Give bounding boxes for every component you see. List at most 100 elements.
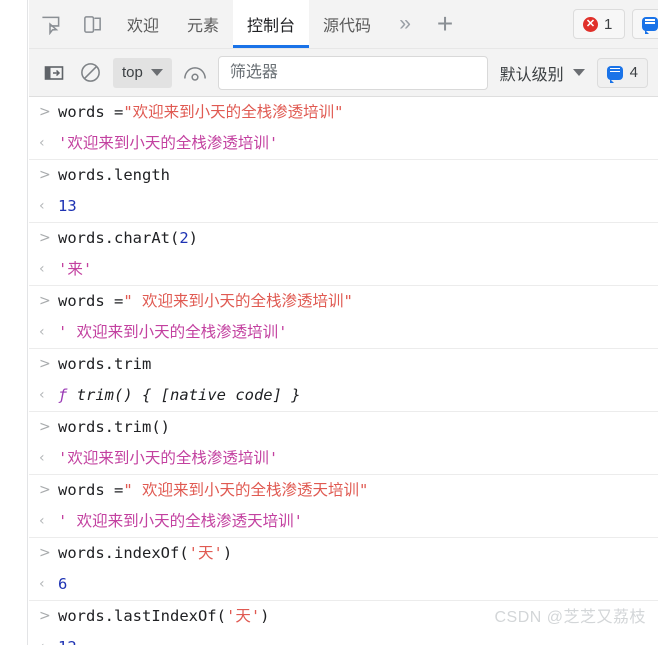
- console-output-line: ‹ 13: [29, 191, 658, 222]
- add-tab-plus-icon[interactable]: +: [425, 0, 465, 48]
- console-log-area[interactable]: > words ="欢迎来到小天的全栈渗透培训" ‹ '欢迎来到小天的全栈渗透培训' >…: [29, 97, 658, 645]
- console-input-code: words.indexOf('天'): [58, 540, 232, 567]
- console-input-line[interactable]: > words.trim: [29, 349, 658, 380]
- console-toolbar: top 默认级别 4: [29, 49, 658, 97]
- code-token: '欢迎来到小天的全栈渗透培训': [58, 134, 279, 152]
- input-prompt-icon: >: [39, 545, 51, 561]
- console-group: > words =" 欢迎来到小天的全栈渗透培训" ‹ ' 欢迎来到小天的全栈渗透培训…: [29, 286, 658, 349]
- inspect-cursor-icon[interactable]: [29, 0, 71, 48]
- output-prompt-icon: ‹: [39, 261, 45, 277]
- console-output-value: ƒ trim() { [native code] }: [58, 382, 301, 409]
- console-output-line: ‹ '欢迎来到小天的全栈渗透培训': [29, 443, 658, 474]
- console-output-line: ‹ 6: [29, 569, 658, 600]
- console-output-value: ' 欢迎来到小天的全栈渗透天培训': [58, 508, 303, 535]
- tab-sources[interactable]: 源代码: [309, 0, 385, 48]
- message-bubble-icon: [606, 65, 623, 83]
- tab-console-label: 控制台: [247, 18, 296, 35]
- code-token: words.indexOf(: [58, 544, 189, 562]
- console-input-code: words.charAt(2): [58, 225, 198, 252]
- message-bubble-icon: [642, 17, 658, 34]
- input-prompt-icon: >: [39, 482, 51, 498]
- tabbar-badges: ✕ 1: [573, 0, 658, 48]
- code-token: words =: [58, 292, 124, 310]
- console-input-line[interactable]: > words.indexOf('天'): [29, 538, 658, 569]
- console-input-line[interactable]: > words.lastIndexOf('天'): [29, 601, 658, 632]
- output-prompt-icon: ‹: [39, 387, 45, 403]
- console-group: > words =" 欢迎来到小天的全栈渗透天培训" ‹ ' 欢迎来到小天的全栈渗透天…: [29, 475, 658, 538]
- devtools-screenshot: 欢迎 元素 控制台 源代码 » + ✕ 1 top 筛选器 默认级别 4 > w…: [0, 0, 658, 645]
- code-token: words.charAt(: [58, 229, 180, 247]
- input-prompt-icon: >: [39, 419, 51, 435]
- console-output-line: ‹ '来': [29, 254, 658, 285]
- console-output-line: ‹ '欢迎来到小天的全栈渗透培训': [29, 128, 658, 159]
- input-prompt-icon: >: [39, 608, 51, 624]
- code-token: " 欢迎来到小天的全栈渗透培训": [123, 292, 353, 310]
- code-token: '来': [58, 260, 93, 278]
- console-group: >words.lastIndexOf('天')‹12: [29, 601, 658, 645]
- console-output-value: '来': [58, 256, 92, 283]
- console-input-line[interactable]: > words ="欢迎来到小天的全栈渗透培训": [29, 97, 658, 128]
- log-level-select[interactable]: 默认级别: [498, 61, 587, 85]
- console-output-line: ‹ ' 欢迎来到小天的全栈渗透天培训': [29, 506, 658, 537]
- more-tabs-chevron-icon[interactable]: »: [385, 0, 425, 48]
- console-group: > words.length ‹ 13: [29, 160, 658, 223]
- code-token: " 欢迎来到小天的全栈渗透天培训": [123, 481, 369, 499]
- console-output-line: ‹12: [29, 632, 658, 645]
- clear-console-icon[interactable]: [77, 60, 103, 86]
- page-left-gutter: [0, 0, 28, 645]
- chevron-down-icon: [150, 69, 163, 76]
- console-input-code: words.trim(): [58, 414, 170, 441]
- output-prompt-icon: ‹: [39, 634, 58, 645]
- console-group: > words ="欢迎来到小天的全栈渗透培训" ‹ '欢迎来到小天的全栈渗透培训': [29, 97, 658, 160]
- code-token: ): [260, 607, 270, 625]
- console-input-line[interactable]: > words.charAt(2): [29, 223, 658, 254]
- console-input-code: words =" 欢迎来到小天的全栈渗透天培训": [58, 477, 368, 504]
- devtools-panel: 欢迎 元素 控制台 源代码 » + ✕ 1 top 筛选器 默认级别 4 > w…: [29, 0, 658, 645]
- console-output-value: 13: [58, 193, 77, 220]
- code-token: words.length: [58, 166, 170, 184]
- tab-elements[interactable]: 元素: [173, 0, 233, 48]
- console-input-code: words =" 欢迎来到小天的全栈渗透培训": [58, 288, 353, 315]
- console-output-line: ‹ ' 欢迎来到小天的全栈渗透培训': [29, 317, 658, 348]
- message-count-badge-clipped[interactable]: [632, 9, 658, 39]
- input-prompt-icon: >: [39, 230, 51, 246]
- output-prompt-icon: ‹: [39, 135, 45, 151]
- console-group: > words.charAt(2) ‹ '来': [29, 223, 658, 286]
- tab-console[interactable]: 控制台: [233, 0, 310, 48]
- tab-welcome-label: 欢迎: [127, 18, 160, 35]
- console-group: > words.trim ‹ ƒ trim() { [native code] }: [29, 349, 658, 412]
- console-input-line[interactable]: > words =" 欢迎来到小天的全栈渗透培训": [29, 286, 658, 317]
- code-token: words.lastIndexOf(: [58, 607, 226, 625]
- console-output-value: 6: [58, 571, 67, 598]
- code-token: 12: [58, 638, 77, 645]
- code-token: '天': [225, 607, 261, 625]
- log-level-value: 默认级别: [499, 66, 564, 84]
- console-input-line[interactable]: > words.trim(): [29, 412, 658, 443]
- console-sidebar-icon[interactable]: [41, 60, 67, 86]
- console-input-line[interactable]: > words.length: [29, 160, 658, 191]
- code-token: words.trim: [58, 355, 152, 373]
- tab-welcome[interactable]: 欢迎: [113, 0, 173, 48]
- console-group: > words.trim() ‹ '欢迎来到小天的全栈渗透培训': [29, 412, 658, 475]
- devtools-tabbar: 欢迎 元素 控制台 源代码 » + ✕ 1: [29, 0, 658, 49]
- tab-sources-label: 源代码: [323, 18, 372, 35]
- error-circle-icon: ✕: [583, 16, 598, 32]
- code-token: 13: [58, 197, 77, 215]
- code-token: "欢迎来到小天的全栈渗透培训": [123, 103, 344, 121]
- console-output-line: ‹ ƒ trim() { [native code] }: [29, 380, 658, 411]
- output-prompt-icon: ‹: [39, 324, 45, 340]
- code-token: trim() { [native code] }: [67, 386, 301, 404]
- console-filter-input[interactable]: [217, 55, 488, 90]
- console-message-count-value: 4: [629, 64, 638, 81]
- code-token: '欢迎来到小天的全栈渗透培训': [58, 449, 279, 467]
- console-message-count-badge[interactable]: 4: [596, 57, 648, 88]
- console-output-value: '欢迎来到小天的全栈渗透培训': [58, 130, 278, 157]
- error-count-badge[interactable]: ✕ 1: [573, 9, 625, 39]
- device-toolbar-icon[interactable]: [71, 0, 113, 48]
- console-input-line[interactable]: > words =" 欢迎来到小天的全栈渗透天培训": [29, 475, 658, 506]
- live-expression-eye-icon[interactable]: [182, 60, 208, 86]
- code-token: ' 欢迎来到小天的全栈渗透天培训': [58, 512, 303, 530]
- execution-context-select[interactable]: top: [113, 57, 172, 88]
- execution-context-value: top: [122, 64, 143, 81]
- console-input-code: words.lastIndexOf('天'): [58, 603, 270, 630]
